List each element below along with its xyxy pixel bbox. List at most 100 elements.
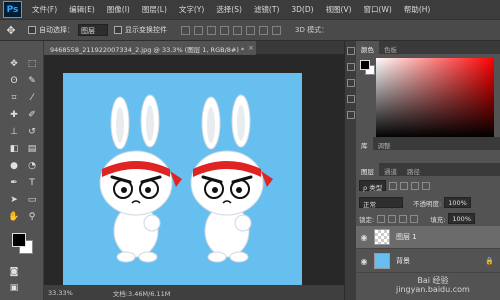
layers-panel-tabs: 图层 通道 路径: [356, 163, 500, 176]
panel-fg-swatch[interactable]: [360, 60, 370, 70]
gradient-tool-icon[interactable]: ▤: [24, 142, 40, 156]
menu-layer[interactable]: 图层(L): [136, 4, 173, 15]
type-tool-icon[interactable]: T: [24, 176, 40, 190]
workspace: [44, 55, 344, 285]
visibility-eye-icon[interactable]: ◉: [358, 233, 370, 242]
brush-tool-icon[interactable]: ✐: [24, 108, 40, 122]
opacity-input[interactable]: 100%: [444, 197, 471, 208]
layer-name: 图层 1: [396, 233, 417, 241]
menu-bar: Ps 文件(F) 编辑(E) 图像(I) 图层(L) 文字(Y) 选择(S) 滤…: [0, 0, 500, 19]
filter-adjust-icon[interactable]: [400, 181, 409, 190]
healing-tool-icon[interactable]: ✚: [6, 108, 22, 122]
menu-type[interactable]: 文字(Y): [173, 4, 210, 15]
crop-tool-icon[interactable]: ⌗: [6, 91, 22, 105]
show-transform-checkbox[interactable]: [114, 26, 122, 34]
status-bar: 33.33% 文档:3.46M/6.11M: [44, 285, 344, 300]
eraser-tool-icon[interactable]: ◧: [6, 142, 22, 156]
dodge-tool-icon[interactable]: ◔: [24, 159, 40, 173]
properties-icon[interactable]: [347, 63, 355, 71]
blur-tool-icon[interactable]: ●: [6, 159, 22, 173]
lasso-tool-icon[interactable]: ʘ: [6, 74, 22, 88]
align-center-icon[interactable]: [233, 25, 242, 35]
filter-type-icon[interactable]: [411, 181, 420, 190]
menu-3d[interactable]: 3D(D): [285, 5, 319, 14]
tools-panel: ✥ ⬚ ʘ ✎ ⌗ ⁄ ✚ ✐ ⊥ ↺ ◧ ▤ ● ◔ ✒ T ➤ ▭ ✋ ⚲ …: [0, 41, 44, 300]
tab-swatches[interactable]: 色板: [379, 41, 402, 54]
eyedropper-tool-icon[interactable]: ⁄: [24, 91, 40, 105]
marquee-tool-icon[interactable]: ⬚: [24, 57, 40, 71]
history-brush-tool-icon[interactable]: ↺: [24, 125, 40, 139]
lock-artboard-icon[interactable]: [399, 214, 408, 223]
zoom-tool-icon[interactable]: ⚲: [24, 210, 40, 224]
clone-stamp-tool-icon[interactable]: ⊥: [6, 125, 22, 139]
layer-thumbnail: [374, 229, 390, 245]
right-panels: 颜色 色板 库 调整 图层 通道 路径 ρ 类型 正常 不透明度: 100% 锁…: [356, 41, 500, 300]
tab-color[interactable]: 颜色: [356, 41, 379, 54]
tab-paths[interactable]: 路径: [402, 163, 425, 176]
watermark-line-2: jingyan.baidu.com: [396, 285, 470, 294]
align-left-icon[interactable]: [220, 25, 229, 35]
path-select-tool-icon[interactable]: ➤: [6, 193, 22, 207]
zoom-level[interactable]: 33.33%: [48, 289, 73, 297]
tab-adjustments[interactable]: 调整: [373, 137, 396, 150]
watermark: Bai 经验 jingyan.baidu.com: [396, 276, 470, 294]
align-bottom-icon[interactable]: [207, 25, 216, 35]
hand-tool-icon[interactable]: ✋: [6, 210, 22, 224]
lock-pixels-icon[interactable]: [377, 214, 386, 223]
paragraph-icon[interactable]: [347, 111, 355, 119]
quick-mask-icon[interactable]: ◙: [6, 265, 22, 279]
distribute-h-icon[interactable]: [272, 25, 281, 35]
color-spectrum[interactable]: [376, 58, 494, 138]
tab-libraries[interactable]: 库: [356, 137, 373, 150]
library-panel-tabs: 库 调整: [356, 137, 500, 150]
lock-all-icon[interactable]: [410, 214, 419, 223]
layer-row-1[interactable]: ◉ 图层 1: [356, 226, 500, 249]
history-icon[interactable]: [347, 47, 355, 55]
menu-view[interactable]: 视图(V): [320, 4, 358, 15]
character-icon[interactable]: [347, 95, 355, 103]
lock-position-icon[interactable]: [388, 214, 397, 223]
menu-filter[interactable]: 滤镜(T): [248, 4, 285, 15]
auto-select-dropdown[interactable]: 图层: [78, 24, 108, 36]
tab-layers[interactable]: 图层: [356, 163, 379, 176]
move-tool-icon[interactable]: ✥: [6, 57, 22, 71]
blend-mode-dropdown[interactable]: 正常: [359, 197, 403, 209]
menu-file[interactable]: 文件(F): [26, 4, 63, 15]
align-right-icon[interactable]: [246, 25, 255, 35]
foreground-color-swatch[interactable]: [12, 233, 26, 247]
align-middle-icon[interactable]: [194, 25, 203, 35]
visibility-eye-icon[interactable]: ◉: [358, 257, 370, 266]
menu-select[interactable]: 选择(S): [210, 4, 248, 15]
panel-icon-strip: [344, 41, 356, 300]
filter-shape-icon[interactable]: [422, 181, 431, 190]
menu-help[interactable]: 帮助(H): [398, 4, 437, 15]
auto-select-label: 自动选择：: [39, 26, 74, 34]
auto-select-checkbox[interactable]: [28, 26, 36, 34]
screen-mode-icon[interactable]: ▣: [6, 281, 22, 295]
opacity-label: 不透明度:: [413, 199, 442, 208]
options-bar: ✥ 自动选择： 图层 显示变换控件 3D 模式：: [0, 19, 500, 41]
brush-settings-icon[interactable]: [347, 79, 355, 87]
document-canvas[interactable]: [63, 73, 302, 285]
fill-input[interactable]: 100%: [448, 213, 475, 224]
show-transform-label: 显示变换控件: [125, 26, 167, 34]
layer-filter-dropdown[interactable]: ρ 类型: [359, 180, 387, 192]
color-panel: [356, 54, 500, 138]
layer-filter-row: ρ 类型: [359, 179, 431, 192]
menu-image[interactable]: 图像(I): [101, 4, 136, 15]
document-tab[interactable]: 9468558_211922007334_2.jpg @ 33.3% (图层 1…: [44, 41, 256, 55]
distribute-icon[interactable]: [259, 25, 268, 35]
menu-edit[interactable]: 编辑(E): [63, 4, 101, 15]
filter-pixel-icon[interactable]: [389, 181, 398, 190]
close-tab-icon[interactable]: ×: [248, 44, 254, 52]
layer-row-background[interactable]: ◉ 背景 🔒: [356, 250, 500, 273]
quick-select-tool-icon[interactable]: ✎: [24, 74, 40, 88]
shape-tool-icon[interactable]: ▭: [24, 193, 40, 207]
align-top-icon[interactable]: [181, 25, 190, 35]
lock-row: 锁定: 填充: 100%: [359, 212, 475, 225]
pen-tool-icon[interactable]: ✒: [6, 176, 22, 190]
move-tool-icon[interactable]: ✥: [0, 21, 22, 39]
tab-channels[interactable]: 通道: [379, 163, 402, 176]
menu-window[interactable]: 窗口(W): [358, 4, 398, 15]
rabbit-artwork: [98, 93, 275, 264]
